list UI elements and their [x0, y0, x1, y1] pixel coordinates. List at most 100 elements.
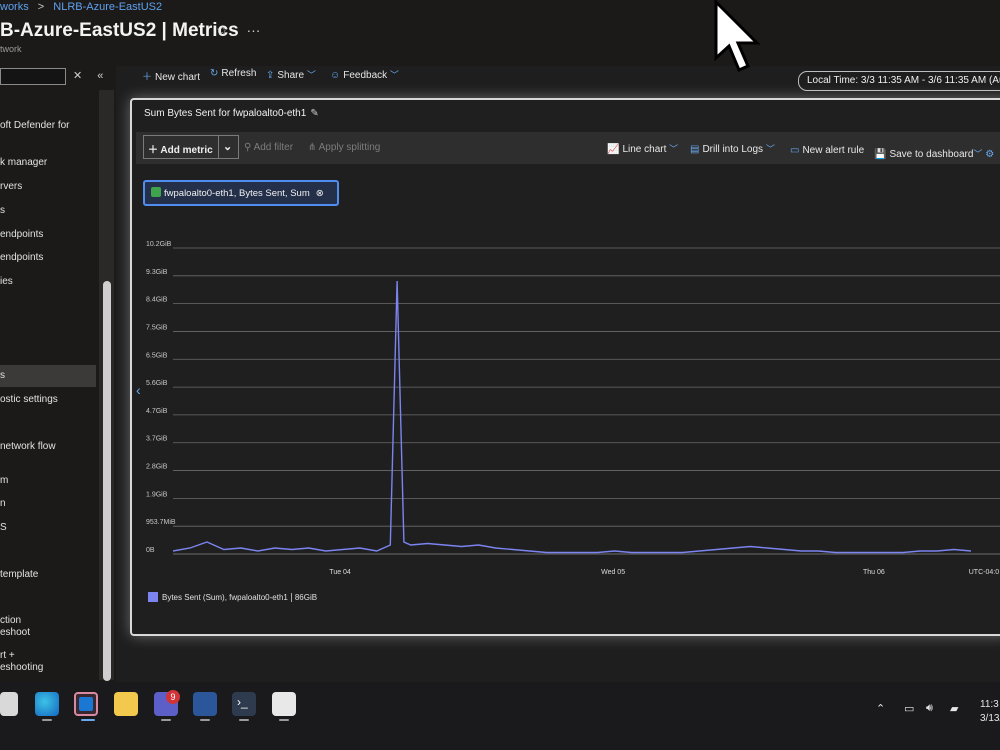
- outlook-icon[interactable]: [74, 692, 98, 716]
- sidebar-item[interactable]: m: [0, 475, 8, 486]
- y-tick-label: 9.3GiB: [146, 269, 168, 276]
- battery-icon[interactable]: ▰: [950, 702, 958, 715]
- page-title: B-Azure-EastUS2 | Metrics: [0, 20, 239, 41]
- page-subtitle: twork: [0, 44, 22, 54]
- title-actions: ☆ ···: [216, 22, 274, 39]
- chart-title[interactable]: Sum Bytes Sent for fwpaloalto0-eth1 ✎: [144, 108, 319, 119]
- explorer-window-icon[interactable]: [0, 692, 18, 716]
- snipping-tool-icon[interactable]: [272, 692, 296, 716]
- sidebar-item[interactable]: oft Defender for: [0, 120, 69, 131]
- collapse-icon[interactable]: «: [97, 70, 103, 82]
- x-tick-label: Tue 04: [329, 569, 351, 576]
- chevron-down-icon: ﹀: [389, 70, 399, 80]
- sidebar-item[interactable]: eshooting: [0, 662, 43, 673]
- word-icon[interactable]: [193, 692, 217, 716]
- save-icon: 💾: [874, 149, 887, 160]
- menu-scrollbar-thumb[interactable]: [103, 281, 111, 681]
- sidebar-item[interactable]: rvers: [0, 181, 22, 192]
- close-icon[interactable]: ✕: [73, 70, 82, 82]
- line-chart-button[interactable]: 📈 Line chart ﹀: [607, 142, 678, 155]
- breadcrumb: works > NLRB-Azure-EastUS2: [0, 1, 168, 13]
- remove-icon[interactable]: ⊗: [316, 188, 324, 199]
- sidebar-item[interactable]: endpoints: [0, 229, 43, 240]
- feedback-button[interactable]: ☺ Feedback ﹀: [330, 68, 399, 81]
- active-indicator: [81, 719, 95, 721]
- new-alert-rule-button[interactable]: ▭ New alert rule: [790, 145, 864, 156]
- sidebar-item[interactable]: ies: [0, 276, 13, 287]
- sidebar-item[interactable]: s: [0, 205, 5, 216]
- add-filter-button[interactable]: ⚲ Add filter: [244, 142, 293, 153]
- save-to-dashboard-button[interactable]: 💾 Save to dashboard﹀ ⚙: [874, 147, 997, 160]
- new-chart-label: New chart: [155, 72, 201, 83]
- pencil-icon[interactable]: ✎: [310, 108, 318, 119]
- sidebar-item[interactable]: s: [0, 365, 96, 387]
- time-range-picker[interactable]: Local Time: 3/3 11:35 AM - 3/6 11:35 AM …: [798, 71, 1000, 91]
- running-indicator: [161, 719, 171, 721]
- sidebar-item[interactable]: k manager: [0, 157, 47, 168]
- display-icon[interactable]: ▭: [904, 702, 914, 715]
- drill-into-logs-button[interactable]: ▤ Drill into Logs ﹀: [690, 142, 775, 155]
- refresh-button[interactable]: ↻ Refresh: [210, 68, 256, 79]
- save-to-dashboard-label: Save to dashboard: [889, 149, 974, 160]
- line-chart[interactable]: 0B 953.7MiB 1.9GiB 2.8GiB 3.7GiB 4.7GiB 5.6GiB…: [136, 236, 1000, 582]
- y-tick-label: 6.5GiB: [146, 352, 168, 359]
- add-metric-button[interactable]: ＋ Add metric ⌄: [143, 135, 239, 159]
- mouse-cursor-icon: [714, 0, 761, 72]
- gear-icon[interactable]: ⚙: [985, 149, 994, 160]
- chevron-down-icon: ﹀: [765, 144, 775, 154]
- share-button[interactable]: ⇪ Share ﹀: [266, 68, 316, 81]
- split-icon: ⋔: [308, 142, 317, 153]
- chevron-down-icon: ﹀: [306, 70, 316, 80]
- star-icon[interactable]: ☆: [216, 22, 229, 38]
- metric-pill[interactable]: fwpaloalto0-eth1, Bytes Sent, Sum ⊗: [143, 180, 339, 206]
- sidebar-item[interactable]: endpoints: [0, 252, 43, 263]
- split-divider: [218, 136, 219, 158]
- x-tick-label: Wed 05: [601, 569, 625, 576]
- apply-splitting-button[interactable]: ⋔ Apply splitting: [308, 142, 380, 153]
- y-tick-label: 1.9GiB: [146, 491, 168, 498]
- terminal-icon[interactable]: ›_: [232, 692, 256, 716]
- chevron-down-icon: ﹀: [973, 149, 983, 159]
- chevron-down-icon[interactable]: ⌄: [223, 140, 232, 153]
- menu-actions: ✕ «: [73, 69, 115, 82]
- sidebar-item[interactable]: template: [0, 569, 38, 580]
- y-tick-label: 10.2GiB: [146, 241, 172, 248]
- sidebar-item[interactable]: ction: [0, 615, 21, 626]
- metric-pill-label: fwpaloalto0-eth1, Bytes Sent, Sum: [164, 188, 310, 199]
- volume-icon[interactable]: 🔊︎: [926, 702, 933, 715]
- sidebar-item[interactable]: eshoot: [0, 627, 30, 638]
- clock-date: 3/13/: [980, 713, 1000, 724]
- share-icon: ⇪: [266, 70, 275, 81]
- running-indicator: [42, 719, 52, 721]
- y-tick-label: 8.4GiB: [146, 297, 168, 304]
- plus-icon: ＋: [142, 72, 152, 83]
- sidebar-item[interactable]: n: [0, 498, 6, 509]
- y-tick-label: 953.7MiB: [146, 519, 176, 526]
- menu-search-input[interactable]: [0, 68, 66, 85]
- line-chart-icon: 📈: [607, 144, 620, 155]
- legend-value: 86GiB: [290, 593, 318, 602]
- resource-icon: [151, 187, 161, 197]
- share-label: Share: [277, 70, 305, 81]
- logs-icon: ▤: [690, 144, 700, 155]
- new-chart-button[interactable]: ＋ New chart: [142, 68, 200, 83]
- file-explorer-icon[interactable]: [114, 692, 138, 716]
- teams-badge: 9: [166, 690, 180, 704]
- breadcrumb-item[interactable]: works: [0, 1, 29, 13]
- chevron-up-icon[interactable]: ⌃: [876, 702, 885, 715]
- legend-label: Bytes Sent (Sum), fwpaloalto0-eth1: [162, 593, 288, 602]
- chart-legend[interactable]: Bytes Sent (Sum), fwpaloalto0-eth1 86GiB: [148, 592, 318, 602]
- edge-icon[interactable]: [35, 692, 59, 716]
- refresh-icon: ↻: [210, 68, 219, 79]
- sidebar-item[interactable]: network flow: [0, 441, 56, 452]
- breadcrumb-item[interactable]: NLRB-Azure-EastUS2: [53, 1, 162, 13]
- sidebar-item[interactable]: S: [0, 522, 7, 533]
- ellipsis-icon[interactable]: ···: [246, 22, 260, 38]
- sidebar-item[interactable]: rt +: [0, 650, 15, 661]
- y-tick-label: 7.5GiB: [146, 324, 168, 331]
- new-alert-rule-label: New alert rule: [802, 145, 865, 156]
- clock[interactable]: 11:3 3/13/: [980, 698, 1000, 726]
- filter-icon: ⚲: [244, 142, 252, 153]
- legend-swatch: [148, 592, 158, 602]
- sidebar-item[interactable]: ostic settings: [0, 394, 58, 405]
